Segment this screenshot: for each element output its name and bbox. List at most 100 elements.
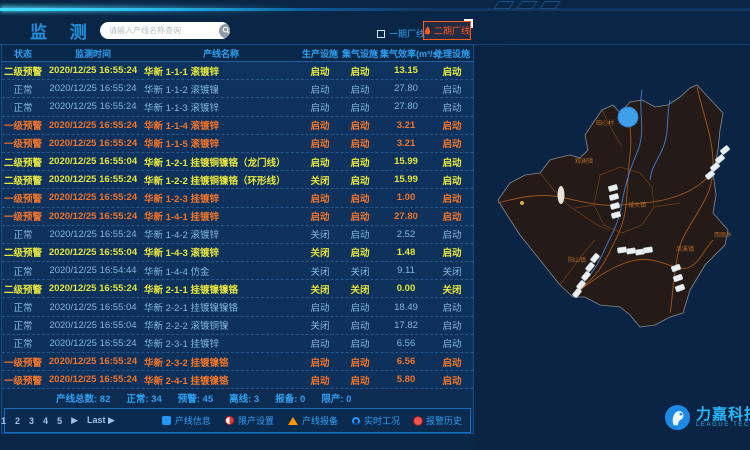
- phase2-button[interactable]: 二期厂线: [423, 21, 471, 40]
- table-row[interactable]: 二级预警2020/12/25 16:55:24华新 1-1-1 滚镀锌启动启动1…: [2, 62, 473, 80]
- page-button[interactable]: 3: [29, 416, 34, 426]
- logo-subtitle: LEAGUE TECH: [696, 422, 750, 428]
- table-row[interactable]: 正常2020/12/25 16:55:04华新 2-2-1 挂镀镍镍铬启动启动1…: [2, 298, 473, 316]
- last-page-button[interactable]: Last ▶: [87, 415, 115, 426]
- cell-efficiency: 1.48: [380, 247, 432, 258]
- site-marker-icon[interactable]: [720, 145, 730, 155]
- cell-efficiency: 15.99: [380, 174, 432, 185]
- cell-status: 正常: [2, 227, 44, 241]
- page-button[interactable]: 5: [57, 416, 62, 426]
- cell-treatment: 启动: [432, 300, 472, 314]
- legend-label: 产线报备: [302, 414, 338, 427]
- legend-limit[interactable]: 限产设置: [225, 414, 274, 427]
- table-row[interactable]: 正常2020/12/25 16:55:24华新 1-1-3 滚镀锌启动启动27.…: [2, 98, 473, 116]
- map-place-label: 田心村: [596, 119, 614, 127]
- legend-report[interactable]: 产线报备: [288, 414, 338, 427]
- table-row[interactable]: 二级预警2020/12/25 16:55:04华新 1-2-1 挂镀铜镍铬（龙门…: [2, 153, 473, 171]
- district-map[interactable]: 观澜镇田心村城关镇西丽乡阳山镇凤溪镇: [480, 55, 750, 405]
- table-row[interactable]: 正常2020/12/25 16:55:24华新 1-4-2 滚镀锌关闭启动2.5…: [2, 226, 473, 244]
- cell-gas: 启动: [340, 173, 380, 187]
- table-row[interactable]: 正常2020/12/25 16:55:24华新 1-1-2 滚镀镍启动启动27.…: [2, 80, 473, 98]
- legend-realtime[interactable]: 实时工况: [352, 414, 400, 427]
- cell-gas: 启动: [340, 155, 380, 169]
- cell-treatment: 启动: [432, 82, 472, 96]
- cell-time: 2020/12/25 16:55:04: [44, 156, 142, 167]
- table-row[interactable]: 二级预警2020/12/25 16:55:24华新 2-1-1 挂镀镍镍铬关闭关…: [2, 280, 473, 298]
- cell-name: 华新 1-1-2 滚镀镍: [142, 82, 300, 96]
- device-marker-icon[interactable]: [618, 107, 638, 127]
- table-row[interactable]: 一级预警2020/12/25 16:55:24华新 2-4-1 挂镀镍铬启动启动…: [2, 371, 473, 389]
- table-row[interactable]: 正常2020/12/25 16:54:44华新 1-4-4 仿金关闭关闭9.11…: [2, 262, 473, 280]
- search-input[interactable]: [100, 22, 219, 39]
- table-row[interactable]: 一级预警2020/12/25 16:55:24华新 1-4-1 挂镀锌启动启动2…: [2, 208, 473, 226]
- map-panel: 观澜镇田心村城关镇西丽乡阳山镇凤溪镇: [475, 45, 750, 450]
- site-marker-icon[interactable]: [626, 248, 636, 255]
- cell-gas: 启动: [340, 82, 380, 96]
- cell-efficiency: 17.82: [380, 320, 432, 331]
- legend-info[interactable]: 产线信息: [162, 414, 211, 427]
- cell-production: 启动: [300, 336, 340, 350]
- col-header-efficiency: 集气效率(m³/s): [380, 47, 432, 60]
- cell-name: 华新 2-3-1 挂镀锌: [142, 336, 300, 350]
- cell-production: 启动: [300, 373, 340, 387]
- cell-status: 一级预警: [2, 191, 44, 205]
- cell-name: 华新 2-2-2 滚镀铜镍: [142, 318, 300, 332]
- cell-time: 2020/12/25 16:55:24: [44, 120, 142, 131]
- cell-treatment: 启动: [432, 336, 472, 350]
- table-row[interactable]: 正常2020/12/25 16:55:04华新 2-2-2 滚镀铜镍关闭启动17…: [2, 317, 473, 335]
- cell-name: 华新 2-2-1 挂镀镍镍铬: [142, 300, 300, 314]
- cell-time: 2020/12/25 16:55:04: [44, 302, 142, 313]
- table-row[interactable]: 二级预警2020/12/25 16:55:04华新 1-4-3 滚镀锌关闭启动1…: [2, 244, 473, 262]
- pagination[interactable]: 12345 ▶ Last ▶: [1, 415, 115, 426]
- table-row[interactable]: 一级预警2020/12/25 16:55:24华新 1-1-4 滚镀锌启动启动3…: [2, 117, 473, 135]
- legend-alarm[interactable]: 报警历史: [414, 414, 462, 427]
- summary-bar: 产线总数: 82正常: 34预警: 45离线: 3报备: 0限产: 0: [2, 390, 473, 406]
- cell-treatment: 启动: [432, 355, 472, 369]
- cell-gas: 启动: [340, 136, 380, 150]
- cell-name: 华新 1-4-4 仿金: [142, 264, 300, 278]
- cell-gas: 启动: [340, 355, 380, 369]
- site-marker-icon[interactable]: [643, 247, 653, 254]
- page-button[interactable]: 2: [15, 416, 20, 426]
- cell-gas: 启动: [340, 300, 380, 314]
- cell-efficiency: 3.21: [380, 138, 432, 149]
- cell-production: 关闭: [300, 173, 340, 187]
- top-decor-line: [0, 8, 750, 11]
- table-row[interactable]: 二级预警2020/12/25 16:55:24华新 1-2-2 挂镀铜镍铬（环形…: [2, 171, 473, 189]
- table-row[interactable]: 正常2020/12/25 16:55:24华新 2-3-1 挂镀锌启动启动6.5…: [2, 335, 473, 353]
- cell-gas: 启动: [340, 373, 380, 387]
- summary-item: 正常: 34: [126, 391, 161, 405]
- cell-production: 启动: [300, 155, 340, 169]
- cell-production: 关闭: [300, 318, 340, 332]
- cell-gas: 启动: [340, 209, 380, 223]
- site-marker-icon[interactable]: [617, 247, 627, 254]
- cell-status: 一级预警: [2, 209, 44, 223]
- cell-production: 启动: [300, 191, 340, 205]
- decor-shape: [493, 1, 515, 9]
- cell-time: 2020/12/25 16:55:24: [44, 374, 142, 385]
- table-row[interactable]: 一级预警2020/12/25 16:55:24华新 1-2-3 挂镀锌启动启动1…: [2, 189, 473, 207]
- page-button[interactable]: 4: [43, 416, 48, 426]
- next-page-button[interactable]: ▶: [71, 415, 78, 426]
- summary-item: 产线总数: 82: [56, 391, 110, 405]
- cell-gas: 启动: [340, 100, 380, 114]
- table-row[interactable]: 一级预警2020/12/25 16:55:24华新 2-3-2 挂镀镍铬启动启动…: [2, 353, 473, 371]
- checkbox-icon[interactable]: [377, 30, 385, 38]
- cell-production: 关闭: [300, 245, 340, 259]
- cell-production: 启动: [300, 209, 340, 223]
- cell-efficiency: 9.11: [380, 265, 432, 276]
- search-box[interactable]: [100, 22, 230, 39]
- cell-time: 2020/12/25 16:55:24: [44, 174, 142, 185]
- cell-efficiency: 27.80: [380, 211, 432, 222]
- dot-marker-icon[interactable]: [520, 201, 524, 205]
- search-icon[interactable]: [219, 24, 230, 38]
- legend-label: 实时工况: [364, 414, 400, 427]
- page-button[interactable]: 1: [1, 416, 6, 426]
- map-place-label: 城关镇: [628, 201, 646, 209]
- table-row[interactable]: 一级预警2020/12/25 16:55:24华新 1-1-5 滚镀锌启动启动3…: [2, 135, 473, 153]
- cell-time: 2020/12/25 16:55:04: [44, 320, 142, 331]
- footer-legend: 产线信息 限产设置 产线报备 实时工况 报警历史: [162, 414, 462, 427]
- area-marker-icon[interactable]: [558, 186, 565, 204]
- logo-text: 力嘉科技 LEAGUE TECH: [696, 407, 750, 428]
- phase1-checkbox-group[interactable]: 一期厂线: [377, 27, 425, 40]
